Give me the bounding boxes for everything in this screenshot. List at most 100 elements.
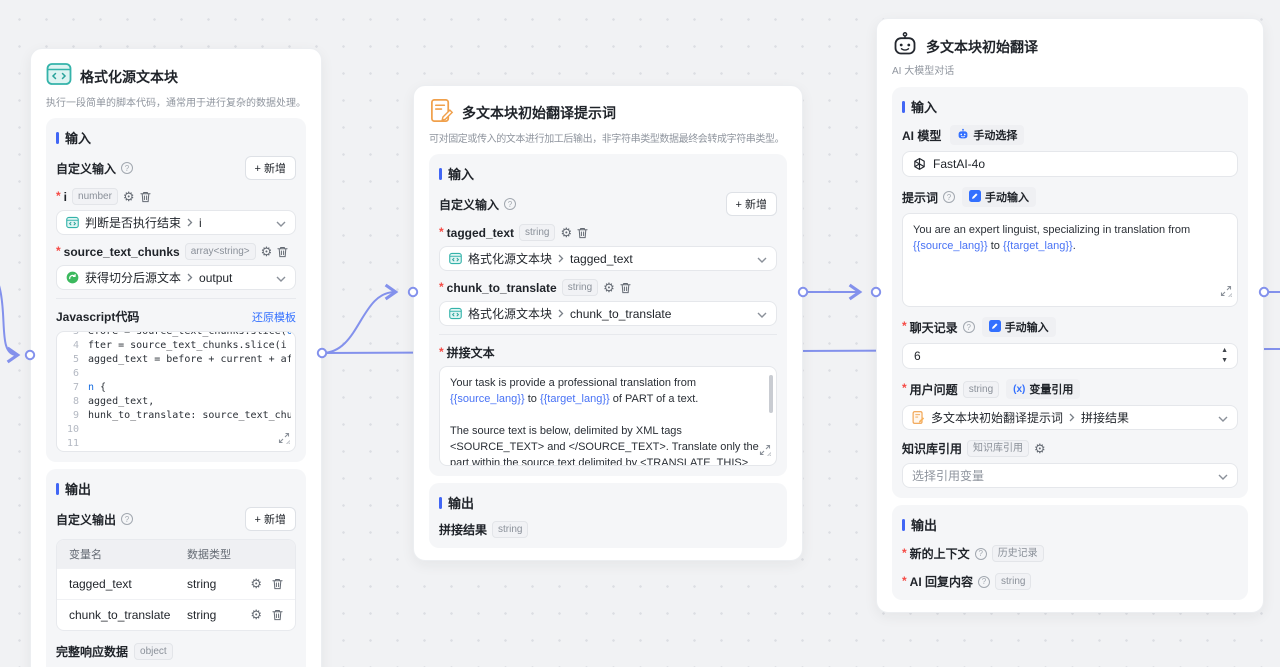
scrollbar-thumb[interactable] — [769, 375, 773, 413]
code-editor[interactable]: 3 efore = source_text_chunks.slice(0, i)… — [56, 331, 296, 452]
required-asterisk: * — [439, 225, 444, 239]
help-icon[interactable]: ? — [121, 162, 133, 174]
spinner-down-icon[interactable]: ▼ — [1221, 356, 1228, 366]
history-count-input[interactable]: 6 ▲ ▼ — [902, 343, 1238, 369]
history-mode-badge[interactable]: 手动输入 — [982, 317, 1056, 337]
model-mode-badge[interactable]: 手动选择 — [950, 125, 1024, 145]
question-mode-badge[interactable]: (x) 变量引用 — [1006, 379, 1080, 399]
table-row: tagged_text string ⚙ — [57, 568, 295, 599]
output-row: * 新的上下文 ? 历史记录 — [902, 545, 1238, 562]
code-input-section: 输入 自定义输入 ? + 新增 * i number ⚙ — [46, 118, 306, 462]
input-fields-list: * tagged_text string ⚙ 格式化源文本块 tagged_te… — [439, 224, 777, 326]
node-card-template[interactable]: 多文本块初始翻译提示词 可对固定或传入的文本进行加工后输出，非字符串类型数据最终… — [413, 85, 803, 561]
ref-node-icon — [66, 271, 79, 284]
ref-node-name: 格式化源文本块 — [468, 250, 552, 267]
manual-input-icon — [969, 190, 981, 205]
prompt-editor[interactable]: You are an expert linguist, specializing… — [902, 213, 1238, 307]
code-line: 4 fter = source_text_chunks.slice(i + 1)… — [61, 339, 291, 353]
help-icon[interactable]: ? — [504, 198, 516, 210]
restore-template-link[interactable]: 还原模板 — [252, 309, 296, 325]
model-select[interactable]: FastAI-4o — [902, 151, 1238, 177]
type-badge: string — [562, 279, 598, 296]
delete-icon[interactable] — [140, 191, 151, 203]
delete-icon[interactable] — [577, 227, 588, 239]
concat-text-label: 拼接文本 — [447, 344, 495, 361]
section-bar — [439, 497, 442, 509]
code-output-section: 输出 自定义输出 ? + 新增 变量名 数据类型 tagged_ — [46, 469, 306, 667]
add-output-button[interactable]: + 新增 — [245, 507, 296, 531]
node-card-code[interactable]: 格式化源文本块 执行一段简单的脚本代码，通常用于进行复杂的数据处理。 输入 自定… — [30, 48, 322, 667]
input-section-title: 输入 — [448, 164, 474, 183]
delete-icon[interactable] — [620, 282, 631, 294]
node-title: 多文本块初始翻译 — [926, 37, 1038, 57]
expand-icon[interactable] — [278, 432, 290, 447]
result-label: 拼接结果 — [439, 521, 487, 538]
variable-ref-select[interactable]: 格式化源文本块 chunk_to_translate — [439, 301, 777, 326]
settings-icon[interactable]: ⚙ — [560, 227, 572, 239]
settings-icon[interactable]: ⚙ — [250, 609, 262, 621]
output-section-title: 输出 — [911, 515, 937, 534]
chevron-right-icon — [558, 307, 564, 321]
history-label: 聊天记录 — [910, 319, 958, 336]
variable-ref-select[interactable]: 格式化源文本块 tagged_text — [439, 246, 777, 271]
settings-icon[interactable]: ⚙ — [250, 578, 262, 590]
edge-incoming-left[interactable] — [0, 262, 17, 355]
help-icon[interactable]: ? — [943, 191, 955, 203]
settings-icon[interactable]: ⚙ — [123, 191, 135, 203]
node-title: 多文本块初始翻译提示词 — [462, 103, 616, 123]
required-asterisk: * — [439, 345, 444, 359]
settings-icon[interactable]: ⚙ — [1034, 443, 1046, 455]
field-name: source_text_chunks — [64, 245, 180, 259]
delete-icon[interactable] — [277, 246, 288, 258]
node-card-llm[interactable]: 多文本块初始翻译 AI 大模型对话 输入 AI 模型 手动选择 FastAI-4… — [876, 18, 1264, 613]
help-icon[interactable]: ? — [963, 321, 975, 333]
section-bar — [56, 132, 59, 144]
prompt-mode-badge[interactable]: 手动输入 — [962, 187, 1036, 207]
help-icon[interactable]: ? — [978, 576, 990, 588]
ref-var-name: output — [199, 271, 270, 285]
expand-icon[interactable] — [1220, 285, 1232, 302]
type-badge: array<string> — [185, 243, 256, 260]
help-icon[interactable]: ? — [121, 513, 133, 525]
divider — [56, 298, 296, 299]
variable-ref-select[interactable]: 获得切分后源文本 output — [56, 265, 296, 290]
required-asterisk: * — [56, 244, 61, 258]
code-line: 7 n { — [61, 381, 291, 395]
input-fields-list: * i number ⚙ 判断是否执行结束 i — [56, 188, 296, 290]
variable-ref-select[interactable]: 判断是否执行结束 i — [56, 210, 296, 235]
line-number: 5 — [61, 353, 79, 367]
variable-ref-icon: (x) — [1013, 384, 1025, 395]
required-asterisk: * — [902, 546, 907, 560]
settings-icon[interactable]: ⚙ — [603, 282, 615, 294]
input-field: * i number ⚙ 判断是否执行结束 i — [56, 188, 296, 235]
expand-icon[interactable] — [759, 444, 771, 461]
add-input-button[interactable]: + 新增 — [245, 156, 296, 180]
col-header-name: 变量名 — [69, 546, 187, 562]
node-description: 执行一段简单的脚本代码，通常用于进行复杂的数据处理。 — [46, 96, 306, 111]
manual-input-icon — [989, 320, 1001, 335]
line-number: 11 — [61, 437, 79, 451]
ref-var-name: 拼接结果 — [1081, 409, 1212, 426]
edge-code-to-template[interactable] — [322, 292, 395, 353]
help-icon[interactable]: ? — [975, 548, 987, 560]
ref-node-icon — [449, 307, 462, 320]
concat-text-editor[interactable]: Your task is provide a professional tran… — [439, 366, 777, 466]
question-ref-select[interactable]: 多文本块初始翻译提示词 拼接结果 — [902, 405, 1238, 430]
add-input-button[interactable]: + 新增 — [726, 192, 777, 216]
custom-input-label: 自定义输入 — [56, 160, 116, 177]
kb-select[interactable]: 选择引用变量 — [902, 463, 1238, 488]
delete-icon[interactable] — [272, 609, 283, 621]
custom-input-label: 自定义输入 — [439, 196, 499, 213]
code-line: 3 efore = source_text_chunks.slice(0, i)… — [61, 331, 291, 339]
ref-node-name: 格式化源文本块 — [468, 305, 552, 322]
field-name: chunk_to_translate — [447, 281, 557, 295]
chevron-down-icon — [276, 271, 286, 285]
spinner-up-icon[interactable]: ▲ — [1221, 346, 1228, 356]
workflow-canvas[interactable]: 格式化源文本块 执行一段简单的脚本代码，通常用于进行复杂的数据处理。 输入 自定… — [0, 0, 1280, 667]
col-header-type: 数据类型 — [187, 546, 283, 562]
type-badge: string — [963, 381, 999, 398]
prompt-mode-label: 手动输入 — [985, 189, 1029, 205]
delete-icon[interactable] — [272, 578, 283, 590]
code-line: 9 hunk_to_translate: source_text_chunks[… — [61, 409, 291, 423]
settings-icon[interactable]: ⚙ — [261, 246, 273, 258]
